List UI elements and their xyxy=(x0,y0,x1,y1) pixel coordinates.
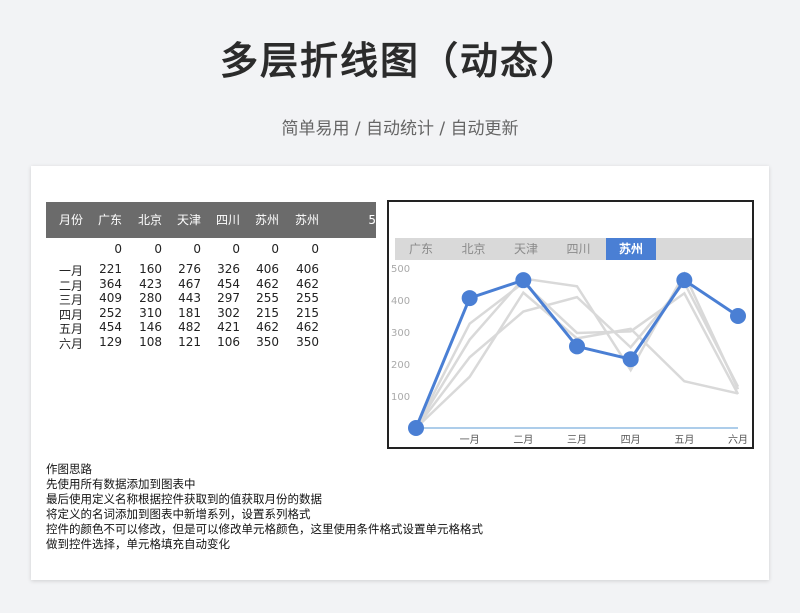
value-cell[interactable]: 106 xyxy=(204,335,240,349)
value-cell[interactable]: 221 xyxy=(86,262,122,276)
x-tick-label: 六月 xyxy=(728,434,748,446)
value-cell[interactable]: 406 xyxy=(283,262,319,276)
value-cell[interactable]: 406 xyxy=(243,262,279,276)
note-line: 将定义的名词添加到图表中新增系列，设置系列格式 xyxy=(46,507,311,521)
y-tick-label: 500 xyxy=(391,264,410,275)
header-cell-guangdong: 广东 xyxy=(97,213,122,227)
note-line: 最后使用定义名称根据控件获取到的值获取月份的数据 xyxy=(46,492,322,506)
header-cell-sichuan: 四川 xyxy=(215,213,240,227)
note-line: 做到控件选择，单元格填充自动变化 xyxy=(46,537,230,551)
y-tick-label: 400 xyxy=(391,296,410,307)
value-cell[interactable]: 454 xyxy=(86,320,122,334)
value-cell[interactable]: 462 xyxy=(243,320,279,334)
notes-heading: 作图思路 xyxy=(46,462,92,476)
table-row: 二月 364 423 467 454 462 462 xyxy=(46,277,376,293)
line-chart: 100 200 300 400 500 一月 二月 三月 四月 五月 六月 xyxy=(391,264,748,446)
value-cell[interactable]: 462 xyxy=(243,277,279,291)
table-row: 六月 129 108 121 106 350 350 xyxy=(46,335,376,352)
table-row: 四月 252 310 181 302 215 215 xyxy=(46,306,376,322)
highlight-point xyxy=(730,308,746,324)
y-tick-label: 200 xyxy=(391,360,410,371)
value-cell[interactable]: 215 xyxy=(243,306,279,320)
header-cell-index: 5 xyxy=(368,213,376,227)
series-line-3 xyxy=(414,281,740,429)
header-cell-tianjin: 天津 xyxy=(176,213,201,227)
table-row: 三月 409 280 443 297 255 255 xyxy=(46,291,376,307)
data-table: 0 0 0 0 0 0 一月 221 160 276 326 406 406 二月 364 423 467 454… xyxy=(46,240,376,352)
value-cell[interactable]: 462 xyxy=(283,320,319,334)
header-cell-beijing: 北京 xyxy=(137,213,162,227)
highlight-point xyxy=(408,420,424,436)
value-cell[interactable]: 255 xyxy=(243,291,279,305)
value-cell[interactable]: 454 xyxy=(204,277,240,291)
highlight-point xyxy=(569,338,585,355)
highlight-point xyxy=(461,290,478,307)
value-cell[interactable]: 255 xyxy=(283,291,319,305)
header-cell-suzhou: 苏州 xyxy=(254,213,279,227)
page-subtitle: 简单易用 / 自动统计 / 自动更新 xyxy=(281,119,519,139)
value-cell[interactable]: 108 xyxy=(126,335,162,349)
highlight-point xyxy=(515,272,532,289)
highlight-point xyxy=(622,351,639,368)
value-cell[interactable]: 160 xyxy=(126,262,162,276)
x-tick-label: 四月 xyxy=(621,434,641,446)
value-cell[interactable]: 121 xyxy=(165,335,201,349)
value-cell[interactable]: 146 xyxy=(126,320,162,334)
value-cell[interactable]: 462 xyxy=(283,277,319,291)
value-cell[interactable]: 0 xyxy=(243,242,279,256)
value-cell[interactable]: 482 xyxy=(165,320,201,334)
chart-panel: 广东 北京 天津 四川 苏州 100 200 300 400 500 一月 二月 三月 四月 五月 六月 xyxy=(387,200,754,449)
value-cell[interactable]: 0 xyxy=(165,242,201,256)
header-cell-month: 月份 xyxy=(59,213,84,227)
value-cell[interactable]: 326 xyxy=(204,262,240,276)
value-cell[interactable]: 310 xyxy=(126,306,162,320)
x-tick-label: 三月 xyxy=(567,434,587,446)
value-cell[interactable]: 421 xyxy=(204,320,240,334)
spreadsheet-sheet: 月份 广东 北京 天津 四川 苏州 苏州 5 0 0 0 0 0 0 一月 221 160 276… xyxy=(31,166,769,580)
highlight-point xyxy=(676,272,693,289)
page-title: 多层折线图（动态） xyxy=(219,39,580,83)
value-cell[interactable]: 364 xyxy=(86,277,122,291)
value-cell[interactable]: 467 xyxy=(165,277,201,291)
y-tick-label: 100 xyxy=(391,392,410,403)
y-tick-label: 300 xyxy=(391,328,410,339)
notes-block: 作图思路 先使用所有数据添加到图表中 最后使用定义名称根据控件获取到的值获取月份的数… xyxy=(46,462,483,552)
x-tick-label: 二月 xyxy=(513,434,533,446)
value-cell[interactable]: 409 xyxy=(86,291,122,305)
value-cell[interactable]: 350 xyxy=(243,335,279,349)
value-cell[interactable]: 297 xyxy=(204,291,240,305)
header-cell-selected: 苏州 xyxy=(294,213,319,227)
value-cell[interactable]: 0 xyxy=(86,242,122,256)
x-tick-label: 一月 xyxy=(460,434,480,446)
value-cell[interactable]: 0 xyxy=(126,242,162,256)
value-cell[interactable]: 0 xyxy=(283,242,319,256)
value-cell[interactable]: 276 xyxy=(165,262,201,276)
value-cell[interactable]: 302 xyxy=(204,306,240,320)
value-cell[interactable]: 0 xyxy=(204,242,240,256)
x-tick-label: 五月 xyxy=(674,434,694,446)
note-line: 先使用所有数据添加到图表中 xyxy=(46,477,196,491)
value-cell[interactable]: 129 xyxy=(86,335,122,349)
value-cell[interactable]: 215 xyxy=(283,306,319,320)
value-cell[interactable]: 252 xyxy=(86,306,122,320)
table-row: 五月 454 146 482 421 462 462 xyxy=(46,320,376,336)
table-row: 000000 xyxy=(46,240,376,262)
value-cell[interactable]: 423 xyxy=(126,277,162,291)
table-header: 月份 广东 北京 天津 四川 苏州 苏州 xyxy=(46,202,376,238)
table-row: 一月 221 160 276 326 406 406 xyxy=(46,262,376,278)
note-line: 控件的颜色不可以修改，但是可以修改单元格颜色，这里使用条件格式设置单元格格式 xyxy=(46,522,483,536)
value-cell[interactable]: 443 xyxy=(165,291,201,305)
value-cell[interactable]: 280 xyxy=(126,291,162,305)
row-label-cell[interactable]: 六月 xyxy=(59,335,89,352)
value-cell[interactable]: 181 xyxy=(165,306,201,320)
value-cell[interactable]: 350 xyxy=(283,335,319,349)
